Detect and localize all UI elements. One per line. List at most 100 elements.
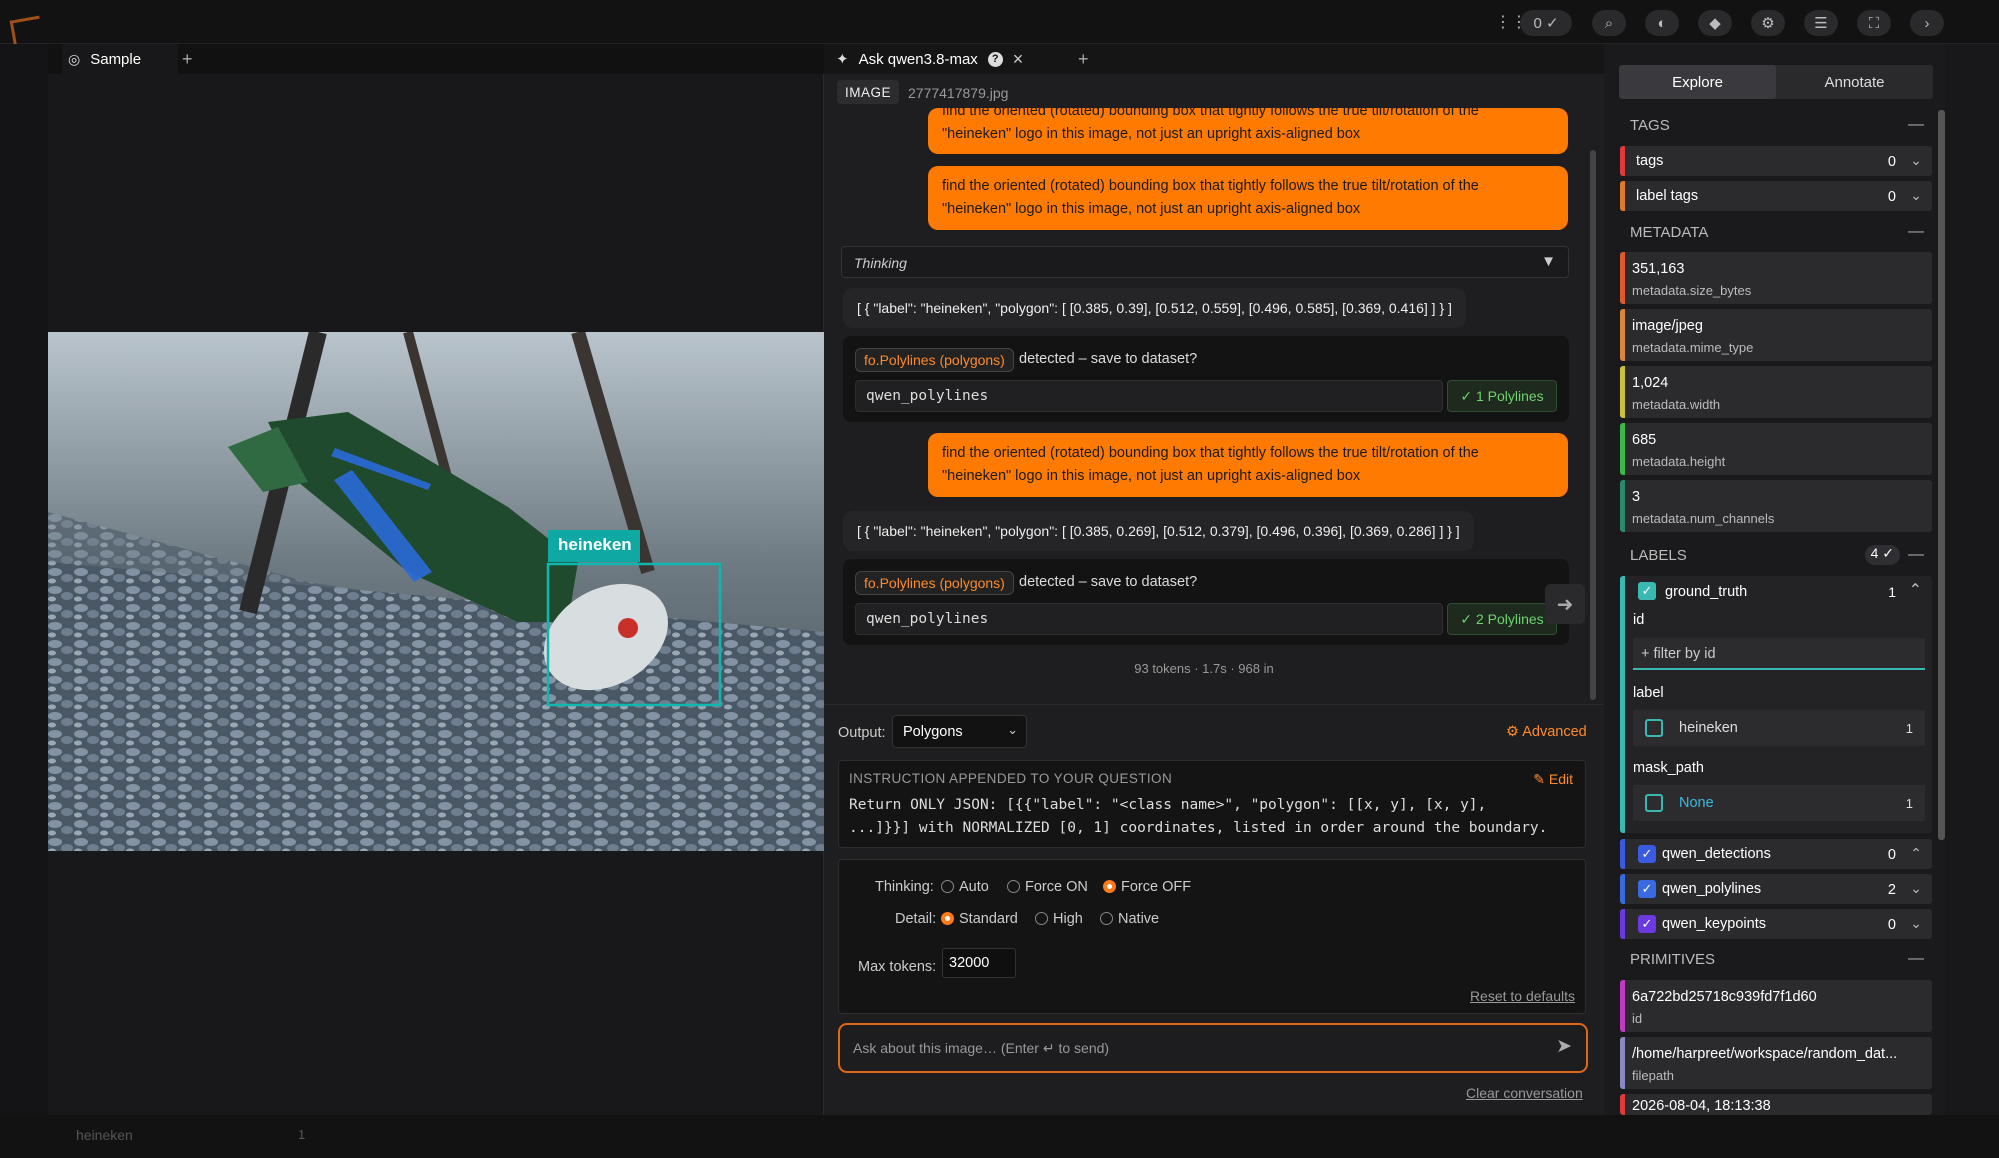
chevron-right-icon[interactable]: › [1910, 10, 1944, 36]
tab-explore[interactable]: Explore [1619, 65, 1776, 99]
add-chat-tab-button[interactable]: + [1078, 44, 1089, 74]
chevron-up-icon[interactable]: ⌃ [1909, 580, 1922, 600]
advanced-button[interactable]: ⚙ Advanced [1506, 724, 1587, 740]
send-icon[interactable]: ➤ [1556, 1035, 1572, 1058]
none-value: None [1679, 795, 1714, 811]
heineken-count: 1 [1905, 721, 1913, 736]
grid-icon[interactable]: ⋮⋮ [1495, 12, 1527, 32]
reset-defaults-link[interactable]: Reset to defaults [1470, 988, 1575, 1004]
tab-ask-qwen[interactable]: ✦ Ask qwen3.8-max ? × [836, 44, 1023, 74]
save-polylines-button[interactable]: ✓ 2 Polylines [1447, 603, 1557, 635]
chevron-down-icon: ▼ [1541, 253, 1556, 270]
ground-truth-checkbox[interactable]: ✓ [1638, 582, 1656, 600]
radio-detail-standard[interactable]: Standard [941, 911, 1018, 927]
tags-header[interactable]: TAGS — [1620, 110, 1932, 140]
sidebar-scrollbar[interactable] [1938, 110, 1945, 840]
chevron-down-icon[interactable]: ⌄ [1910, 915, 1922, 932]
detail-options-label: Detail: [895, 911, 937, 927]
user-message: find the oriented (rotated) bounding box… [928, 166, 1568, 230]
chat-tab-bar: ✦ Ask qwen3.8-max ? × + [824, 44, 1604, 74]
filter-id-input[interactable]: + filter by id [1633, 638, 1925, 670]
search-icon[interactable]: ⌕ [1592, 10, 1626, 36]
sidebar-item-qwen-polylines[interactable]: ✓ qwen_polylines 2 ⌄ [1620, 874, 1932, 904]
image-badge: IMAGE [837, 80, 900, 104]
palette-icon[interactable]: ◐ [1645, 10, 1679, 36]
metadata-item: 1,024 metadata.width [1620, 366, 1932, 418]
bbox-label[interactable]: heineken [558, 535, 632, 555]
qwen-detections-checkbox[interactable]: ✓ [1638, 845, 1656, 863]
ground-truth-group: ✓ ground_truth 1 ⌃ id + filter by id lab… [1620, 576, 1932, 833]
tab-annotate[interactable]: Annotate [1776, 65, 1933, 99]
fullscreen-icon[interactable]: ⛶ [1857, 10, 1891, 36]
radio-detail-high[interactable]: High [1035, 911, 1083, 927]
image-filename: 2777417879.jpg [908, 85, 1009, 101]
background-bottom: heineken 1 [0, 1115, 1999, 1158]
detect-text: detected – save to dataset? [1019, 351, 1198, 367]
qwen-polylines-checkbox[interactable]: ✓ [1638, 880, 1656, 898]
collapse-icon[interactable]: — [1908, 546, 1924, 564]
primitive-item: 6a722bd25718c939fd7f1d60 id [1620, 980, 1932, 1032]
labels-header[interactable]: LABELS 4 ✓ — [1620, 540, 1932, 570]
collapse-icon[interactable]: — [1908, 223, 1924, 241]
tag-icon[interactable]: ◆ [1698, 10, 1732, 36]
metadata-header[interactable]: METADATA — [1620, 217, 1932, 247]
sparkle-icon: ✦ [836, 51, 849, 68]
thinking-toggle[interactable]: Thinking ▼ [841, 246, 1569, 278]
none-checkbox[interactable] [1645, 794, 1663, 812]
chat-input[interactable]: Ask about this image… (Enter ↵ to send) … [838, 1023, 1588, 1073]
max-tokens-input[interactable]: 32000 [942, 948, 1016, 978]
add-tab-button[interactable]: + [182, 44, 193, 74]
gear-icon[interactable]: ⚙ [1751, 10, 1785, 36]
controls-divider [824, 704, 1604, 705]
radio-detail-native[interactable]: Native [1100, 911, 1159, 927]
output-select[interactable]: Polygons ⌄ [892, 715, 1027, 748]
close-icon[interactable]: × [1013, 49, 1024, 70]
sample-image: heineken [48, 332, 824, 851]
save-polylines-button[interactable]: ✓ 1 Polylines [1447, 380, 1557, 412]
instruction-line2: ...]}}] with NORMALIZED [0, 1] coordinat… [849, 820, 1548, 836]
tags-label: tags [1636, 153, 1664, 169]
collapse-icon[interactable]: — [1908, 950, 1924, 968]
field-name-input[interactable]: qwen_polylines [855, 603, 1443, 635]
primitive-item: 2026-08-04, 18:13:38 [1620, 1094, 1932, 1115]
next-arrow-icon[interactable]: ➜ [1545, 584, 1585, 624]
qwen-keypoints-checkbox[interactable]: ✓ [1638, 915, 1656, 933]
metadata-item: 3 metadata.num_channels [1620, 480, 1932, 532]
field-name-input[interactable]: qwen_polylines [855, 380, 1443, 412]
detect-text: detected – save to dataset? [1019, 574, 1198, 590]
label-tags-count: 0 [1887, 189, 1896, 205]
radio-thinking-auto[interactable]: Auto [941, 879, 989, 895]
advanced-panel: Thinking: Auto Force ON Force OFF Detail… [838, 859, 1586, 1014]
max-tokens-label: Max tokens: [858, 959, 937, 975]
primitives-header[interactable]: PRIMITIVES — [1620, 944, 1932, 974]
detection-card: fo.Polylines (polygons) detected – save … [843, 336, 1569, 422]
radio-thinking-off[interactable]: Force OFF [1103, 879, 1191, 895]
chevron-down-icon[interactable]: ⌄ [1910, 187, 1922, 204]
heineken-checkbox[interactable] [1645, 719, 1663, 737]
chevron-down-icon[interactable]: ⌄ [1910, 152, 1922, 169]
detection-card: fo.Polylines (polygons) detected – save … [843, 559, 1569, 645]
chevron-up-icon[interactable]: ⌃ [1910, 845, 1922, 862]
top-bar: 0 ✓ ⋮⋮ ⌕ ◐ ◆ ⚙ ☰ ⛶ › [0, 0, 1999, 51]
chevron-down-icon[interactable]: ⌄ [1910, 880, 1922, 897]
help-icon[interactable]: ? [987, 51, 1003, 67]
sidebar-item-label-tags[interactable]: label tags 0 ⌄ [1620, 181, 1932, 211]
list-icon[interactable]: ☰ [1804, 10, 1838, 36]
collapse-icon[interactable]: — [1908, 116, 1924, 134]
labels-count-badge[interactable]: 4 ✓ [1864, 545, 1900, 565]
tab-sample-label: Sample [90, 50, 142, 68]
id-label: id [1633, 612, 1645, 628]
sidebar-item-qwen-keypoints[interactable]: ✓ qwen_keypoints 0 ⌄ [1620, 909, 1932, 939]
chat-scrollbar[interactable] [1590, 150, 1596, 700]
mask-value-row[interactable]: None 1 [1633, 785, 1925, 821]
selection-counter[interactable]: 0 ✓ [1520, 10, 1572, 36]
edit-button[interactable]: ✎ Edit [1533, 771, 1573, 788]
clear-conversation-link[interactable]: Clear conversation [1466, 1085, 1583, 1101]
radio-thinking-on[interactable]: Force ON [1007, 879, 1088, 895]
label-value-row[interactable]: heineken 1 [1633, 710, 1925, 746]
sidebar-item-tags[interactable]: tags 0 ⌄ [1620, 146, 1932, 176]
tab-sample[interactable]: ◎ Sample [62, 44, 178, 74]
label-field-label: label [1633, 685, 1664, 701]
sidebar-item-qwen-detections[interactable]: ✓ qwen_detections 0 ⌃ [1620, 839, 1932, 869]
bg-label: heineken [76, 1127, 133, 1143]
